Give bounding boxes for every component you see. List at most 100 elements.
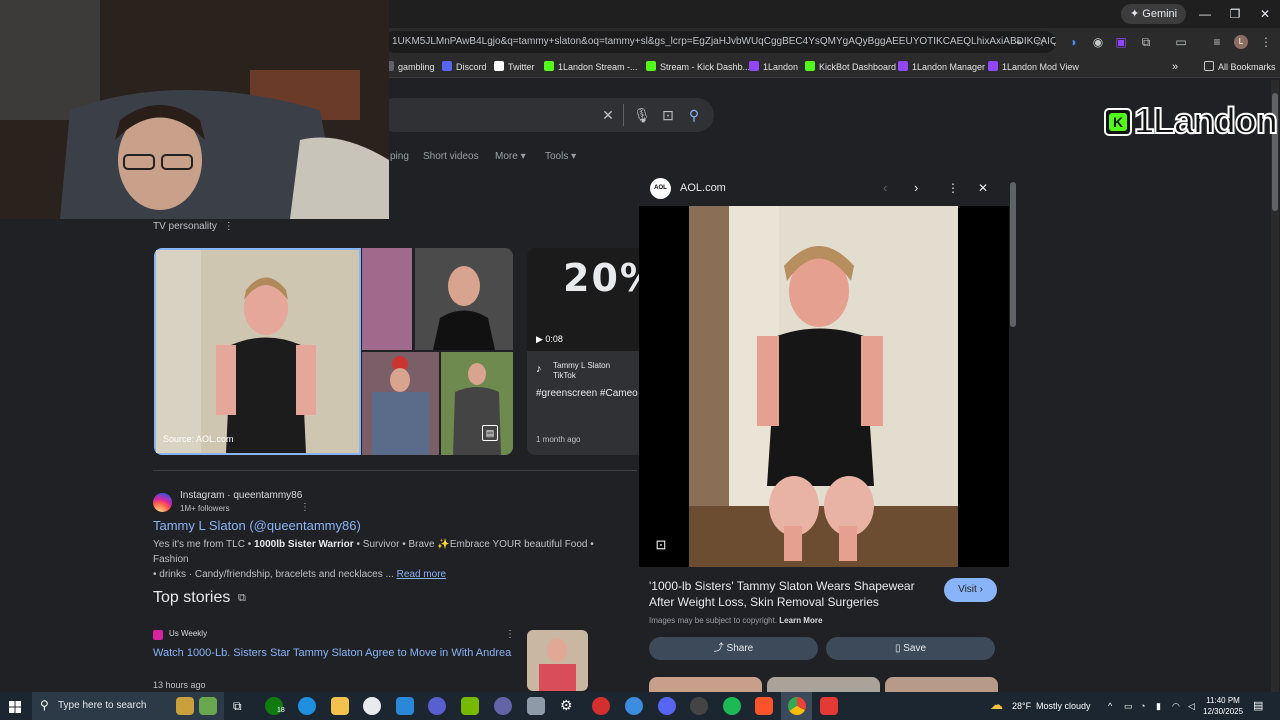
- settings-icon[interactable]: ⚙: [560, 697, 573, 714]
- bookmark-gambling[interactable]: gambling: [384, 58, 435, 76]
- weather-temp[interactable]: 28°F: [1012, 692, 1031, 720]
- tab-shopping[interactable]: ping: [390, 151, 409, 162]
- learn-more-link[interactable]: Learn More: [779, 616, 822, 625]
- story-thumbnail[interactable]: [527, 630, 588, 691]
- save-button[interactable]: ▯ Save: [826, 637, 995, 660]
- tray-icon[interactable]: ▭: [1124, 692, 1133, 720]
- visit-button[interactable]: Visit ›: [944, 578, 997, 602]
- microphone-tray-icon[interactable]: ▮: [1156, 692, 1161, 720]
- gemini-button[interactable]: ✦ Gemini: [1121, 4, 1187, 24]
- thumbnail-image[interactable]: [362, 352, 439, 455]
- weather-description[interactable]: Mostly cloudy: [1036, 692, 1091, 720]
- store-icon[interactable]: [396, 697, 414, 715]
- twitch-extension-icon[interactable]: ▣: [1113, 34, 1129, 50]
- main-entity-image[interactable]: [154, 248, 361, 455]
- wifi-icon[interactable]: ◠: [1172, 692, 1180, 720]
- tab-short-videos[interactable]: Short videos: [423, 151, 479, 162]
- tab-more[interactable]: More ▾: [495, 151, 526, 162]
- story-options-icon[interactable]: ⋮: [505, 629, 515, 640]
- bookmark-kickbot[interactable]: KickBot Dashboard: [805, 58, 896, 76]
- media-icon[interactable]: ≡: [1209, 34, 1225, 50]
- app-icon-3[interactable]: [592, 697, 610, 715]
- close-panel-icon[interactable]: ✕: [978, 181, 988, 195]
- maximize-button[interactable]: ❐: [1225, 5, 1245, 23]
- bookmark-1landon[interactable]: 1Landon: [749, 58, 798, 76]
- minimize-button[interactable]: —: [1195, 5, 1215, 23]
- bookmark-discord[interactable]: Discord: [442, 58, 487, 76]
- preview-image[interactable]: [689, 206, 958, 567]
- volume-icon[interactable]: ◁: [1188, 692, 1195, 720]
- extension-icon-2[interactable]: ◉: [1090, 34, 1106, 50]
- calculator-icon[interactable]: [527, 697, 545, 715]
- notifications-icon[interactable]: ▤: [1253, 692, 1263, 720]
- thumbnail-image[interactable]: [415, 248, 513, 350]
- tab-search-icon[interactable]: ▭: [1173, 34, 1189, 50]
- thumbnail-image[interactable]: [441, 352, 513, 455]
- profile-avatar[interactable]: L: [1234, 35, 1248, 49]
- search-highlight-icon[interactable]: [176, 697, 194, 715]
- search-highlight-icon-2[interactable]: [199, 697, 217, 715]
- story-title-link[interactable]: Watch 1000-Lb. Sisters Star Tammy Slaton…: [153, 647, 513, 659]
- bookmark-1landon-stream[interactable]: 1Landon Stream -...: [544, 58, 638, 76]
- panel-site-name[interactable]: AOL.com: [680, 182, 726, 194]
- share-button[interactable]: ⤴ Share: [649, 637, 818, 660]
- read-more-link[interactable]: Read more: [397, 569, 446, 580]
- network-icon[interactable]: ◔: [1140, 692, 1145, 720]
- puzzle-icon[interactable]: ⧉: [1138, 34, 1154, 50]
- result-title-link[interactable]: Tammy L Slaton (@queentammy86): [153, 518, 361, 533]
- panel-scrollbar-thumb[interactable]: [1010, 182, 1016, 327]
- extension-icon[interactable]: ◗: [1066, 34, 1082, 50]
- video-result-card[interactable]: 20% OF ▶ 0:08 ♪ Tammy L SlatonTikTok #gr…: [527, 248, 639, 455]
- edge-icon[interactable]: [298, 697, 316, 715]
- bookmark-1landon-mod-view[interactable]: 1Landon Mod View: [988, 58, 1079, 76]
- clear-search-icon[interactable]: ✕: [599, 106, 617, 124]
- discord-taskbar-icon[interactable]: [658, 697, 676, 715]
- app-icon-5[interactable]: [690, 697, 708, 715]
- app-icon-6[interactable]: [820, 697, 838, 715]
- star-icon[interactable]: ☆: [1032, 34, 1048, 50]
- image-gallery-icon[interactable]: ▤: [482, 425, 498, 441]
- more-options-icon[interactable]: ⋮: [224, 221, 234, 232]
- microphone-icon[interactable]: 🎙︎: [633, 106, 651, 124]
- panel-more-icon[interactable]: ⋮: [947, 181, 959, 195]
- search-icon[interactable]: ⚲: [685, 106, 703, 124]
- thumbnail-image[interactable]: [362, 248, 412, 350]
- tab-tools[interactable]: Tools ▾: [545, 151, 576, 162]
- file-explorer-icon[interactable]: [331, 697, 349, 715]
- obs-icon[interactable]: [363, 697, 381, 715]
- lens-search-icon[interactable]: ⊡: [653, 537, 669, 553]
- previous-arrow-icon[interactable]: ‹: [883, 180, 887, 195]
- lens-icon[interactable]: ⊡: [659, 106, 677, 124]
- app-icon-2[interactable]: [494, 697, 512, 715]
- address-bar[interactable]: 1UKM5JLMnPAwB4Lgjo&q=tammy+slaton&oq=tam…: [384, 31, 1056, 53]
- brave-icon[interactable]: [755, 697, 773, 715]
- weather-icon[interactable]: ☁: [990, 697, 1003, 713]
- nvidia-icon[interactable]: [461, 697, 479, 715]
- tray-chevron-icon[interactable]: ^: [1108, 692, 1112, 720]
- result-options-icon[interactable]: ⋮: [300, 502, 310, 513]
- app-icon[interactable]: [428, 697, 446, 715]
- close-window-button[interactable]: ✕: [1255, 5, 1275, 23]
- clock[interactable]: 11:40 PM 12/30/2025: [1203, 695, 1243, 717]
- task-view-icon[interactable]: ⧉: [233, 699, 242, 714]
- location-icon[interactable]: ⌖: [1011, 34, 1027, 50]
- panel-title[interactable]: '1000-lb Sisters' Tammy Slaton Wears Sha…: [649, 578, 934, 610]
- related-image[interactable]: [885, 677, 998, 692]
- chrome-icon[interactable]: [788, 697, 806, 715]
- spotify-icon[interactable]: [723, 697, 741, 715]
- related-image[interactable]: [767, 677, 880, 692]
- all-bookmarks-button[interactable]: All Bookmarks: [1204, 58, 1276, 76]
- bookmark-kick-dashboard[interactable]: Stream - Kick Dashb...: [646, 58, 750, 76]
- bookmarks-overflow-button[interactable]: »: [1172, 58, 1178, 76]
- stories-stack-icon[interactable]: ⧉: [238, 592, 246, 605]
- app-icon-4[interactable]: [625, 697, 643, 715]
- related-image[interactable]: [649, 677, 762, 692]
- person-photo: [689, 206, 958, 567]
- windows-start-icon[interactable]: [9, 700, 21, 713]
- next-arrow-icon[interactable]: ›: [914, 180, 918, 195]
- taskbar-search-input[interactable]: Type here to search: [32, 692, 224, 720]
- result-source[interactable]: Instagram · queentammy86: [180, 490, 302, 501]
- menu-icon[interactable]: ⋮: [1258, 34, 1274, 50]
- bookmark-twitter[interactable]: Twitter: [494, 58, 535, 76]
- bookmark-1landon-manager[interactable]: 1Landon Manager: [898, 58, 985, 76]
